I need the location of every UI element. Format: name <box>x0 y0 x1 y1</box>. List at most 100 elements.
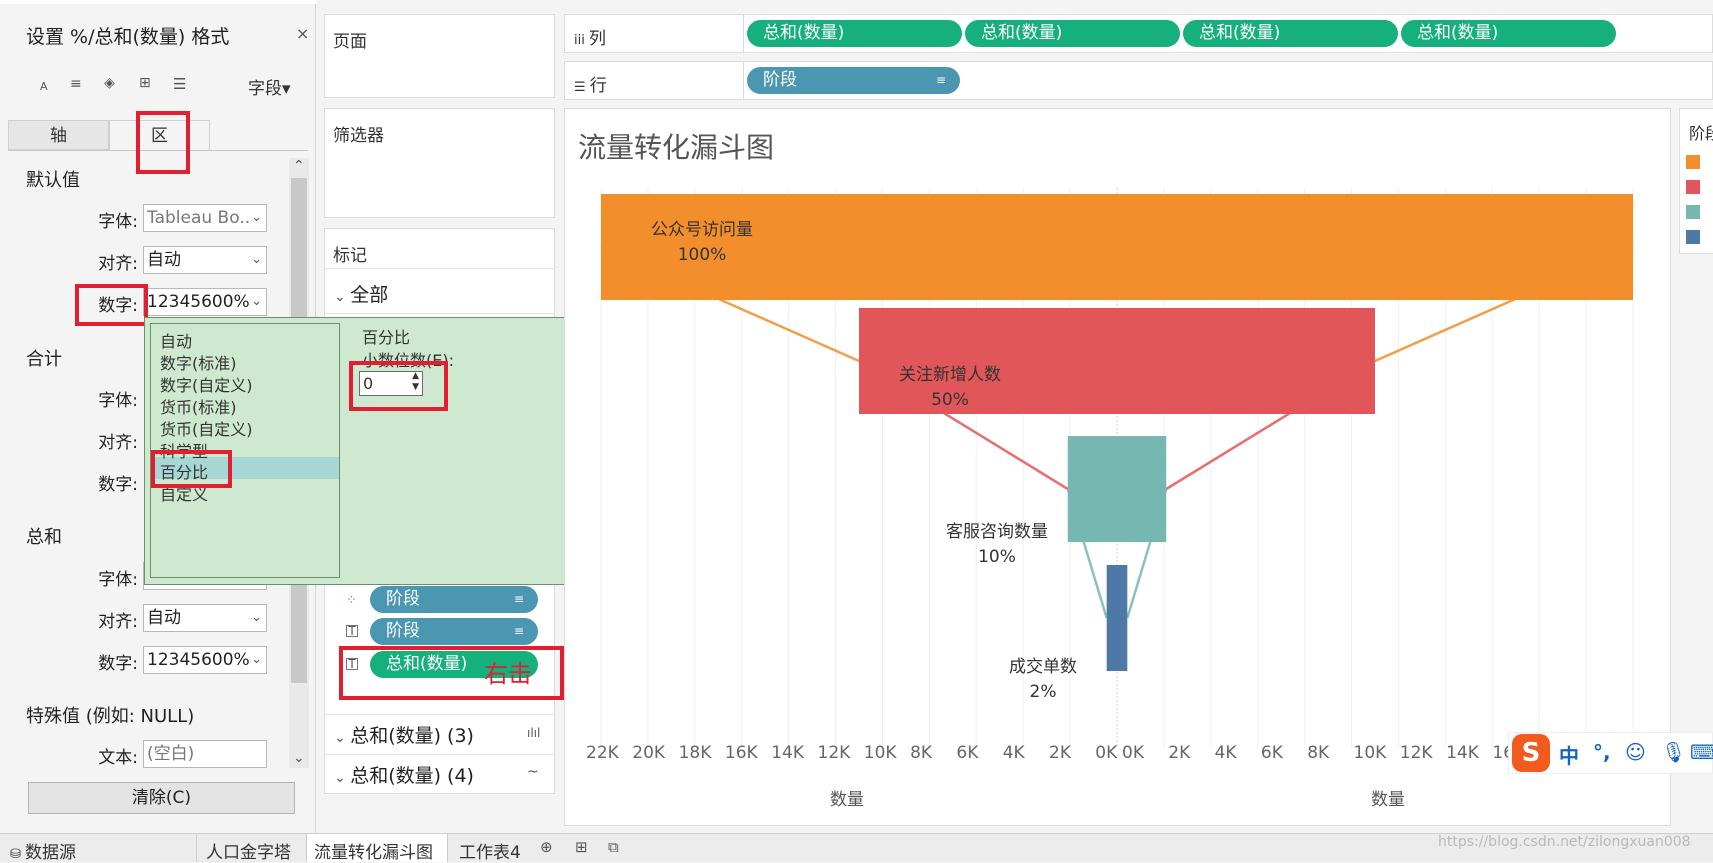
x-tick-label: 18K <box>678 743 712 763</box>
columns-shelf-label: iii 列 <box>574 29 606 49</box>
sort-icon: ≡ <box>935 73 946 87</box>
field-dropdown[interactable]: 字段▾ <box>248 74 291 99</box>
default-align-value: 自动 <box>147 250 181 270</box>
x-tick-label: 14K <box>771 743 804 763</box>
tab-sheet-4[interactable]: 工作表4 <box>459 838 521 863</box>
axis-title-left: 数量 <box>830 790 864 810</box>
x-tick-label: 10K <box>1353 743 1387 763</box>
marks-divider <box>324 714 555 715</box>
column-pill-3[interactable]: 总和(数量) <box>1183 20 1398 47</box>
chevron-down-icon: ⌄ <box>334 289 351 305</box>
clear-button[interactable]: 清除(C) <box>28 782 295 814</box>
grand-number-select[interactable]: 12345600% ⌄ <box>143 646 267 674</box>
format-option-number-custom[interactable]: 数字(自定义) <box>160 372 253 396</box>
shelf-divider <box>743 61 744 100</box>
legend-swatch-follows[interactable] <box>1686 180 1700 194</box>
pill-label: 阶段 <box>386 589 420 609</box>
total-number-label: 数字: <box>98 475 138 495</box>
section-grand-total: 总和 <box>26 527 62 548</box>
column-pill-4[interactable]: 总和(数量) <box>1401 20 1616 47</box>
emoji-icon[interactable]: ☺ <box>1625 740 1646 764</box>
pill-label: 阶段 <box>386 621 420 641</box>
ime-chinese-mode[interactable]: 中 <box>1559 740 1579 769</box>
x-tick-label: 10K <box>863 743 897 763</box>
funnel-label-follows: 关注新增人数 50% <box>899 365 1001 410</box>
label-icon: T <box>346 625 358 637</box>
marks-divider <box>324 268 555 269</box>
default-font-select[interactable]: Tableau Bo.. ⌄ <box>143 204 267 232</box>
chevron-down-icon: ⌄ <box>251 252 262 267</box>
scroll-down-icon[interactable]: ⌄ <box>293 750 305 766</box>
new-dashboard-icon[interactable]: ⊞ <box>575 838 588 856</box>
sogou-logo-icon[interactable]: S <box>1512 734 1550 772</box>
borders-icon[interactable]: ⊞ <box>139 75 151 91</box>
marks-all-row[interactable]: ⌄ 全部 <box>334 280 388 307</box>
rows-shelf <box>564 61 1713 100</box>
top-strip <box>0 0 316 4</box>
tab-population-pyramid[interactable]: 人口金字塔 <box>206 838 291 863</box>
x-tick-label: 6K <box>956 743 979 763</box>
special-text-input[interactable]: (空白) <box>143 740 267 768</box>
marks-pill-stage-label[interactable]: 阶段 ≡ <box>370 618 538 645</box>
section-total: 合计 <box>26 349 62 370</box>
lines-icon[interactable]: ☰ <box>173 75 186 93</box>
default-number-value: 12345600% <box>147 292 250 312</box>
total-font-label: 字体: <box>98 391 138 411</box>
tab-funnel-chart[interactable]: 流量转化漏斗图 <box>314 838 433 863</box>
default-align-label: 对齐: <box>98 254 138 274</box>
columns-icon: iii <box>574 33 589 48</box>
chevron-down-icon: ⌄ <box>251 610 262 625</box>
tab-axis[interactable]: 轴 <box>8 120 109 150</box>
marks-group-3[interactable]: ⌄ 总和(数量) (3) <box>334 721 474 748</box>
funnel-label-visits: 公众号访问量 100% <box>651 220 753 265</box>
x-tick-label: 12K <box>817 743 851 763</box>
microphone-icon[interactable]: 🎙 <box>1661 740 1686 764</box>
marks-group-4-label: 总和(数量) (4) <box>350 765 474 787</box>
x-tick-label: 8K <box>910 743 933 763</box>
legend-swatch-visits[interactable] <box>1686 155 1700 169</box>
shading-icon[interactable]: ◈ <box>104 75 115 91</box>
funnel-bar-2[interactable] <box>1067 436 1167 542</box>
marks-pill-stage-color[interactable]: 阶段 ≡ <box>370 586 538 613</box>
format-option-currency-custom[interactable]: 货币(自定义) <box>160 416 253 440</box>
column-pill-2[interactable]: 总和(数量) <box>965 20 1180 47</box>
funnel-label-consults: 客服咨询数量 10% <box>946 522 1048 567</box>
font-icon[interactable]: A <box>40 80 48 93</box>
chevron-down-icon: ⌄ <box>251 210 262 225</box>
scroll-up-icon[interactable]: ⌃ <box>293 158 305 174</box>
x-tick-label: 8K <box>1307 743 1330 763</box>
legend-swatch-orders[interactable] <box>1686 230 1700 244</box>
marks-group-4[interactable]: ⌄ 总和(数量) (4) <box>334 761 474 788</box>
x-tick-label: 2K <box>1049 743 1071 763</box>
chevron-down-icon: ⌄ <box>251 652 262 667</box>
format-option-auto[interactable]: 自动 <box>160 328 192 352</box>
x-tick-label: 22K <box>586 743 619 763</box>
row-pill-stage[interactable]: 阶段 ≡ <box>747 67 960 94</box>
filters-card-title: 筛选器 <box>333 126 384 146</box>
default-number-select[interactable]: 12345600% ⌄ <box>143 288 267 316</box>
section-special-values: 特殊值 (例如: NULL) <box>26 706 195 727</box>
annotation-right-click: 右击 <box>484 660 532 688</box>
special-text-label: 文本: <box>98 748 138 768</box>
legend-swatch-consults[interactable] <box>1686 205 1700 219</box>
tab-data-source[interactable]: ⛁ 数据源 <box>10 838 76 863</box>
format-option-currency-standard[interactable]: 货币(标准) <box>160 394 237 418</box>
default-align-select[interactable]: 自动 ⌄ <box>143 246 267 274</box>
watermark: https://blog.csdn.net/zilongxuan008 <box>1438 834 1691 850</box>
new-story-icon[interactable]: ⧉ <box>608 838 619 856</box>
grand-align-select[interactable]: 自动 ⌄ <box>143 604 267 632</box>
funnel-chart <box>600 188 1634 748</box>
format-option-number-standard[interactable]: 数字(标准) <box>160 350 237 374</box>
keyboard-icon[interactable]: ⌨ <box>1690 740 1713 764</box>
grand-number-value: 12345600% <box>147 650 250 670</box>
x-tick-label: 0K <box>1095 743 1118 763</box>
column-pill-1[interactable]: 总和(数量) <box>747 20 962 47</box>
new-sheet-icon[interactable]: ⊕ <box>540 838 553 856</box>
align-icon[interactable]: ≡ <box>70 76 82 92</box>
sort-icon: ≡ <box>513 592 524 606</box>
legend-title: 阶段 <box>1689 124 1713 143</box>
close-icon[interactable]: × <box>296 24 309 43</box>
marks-divider <box>324 754 555 755</box>
x-tick-label: 0K <box>1122 743 1144 763</box>
ime-punct-mode[interactable]: °, <box>1593 740 1611 764</box>
